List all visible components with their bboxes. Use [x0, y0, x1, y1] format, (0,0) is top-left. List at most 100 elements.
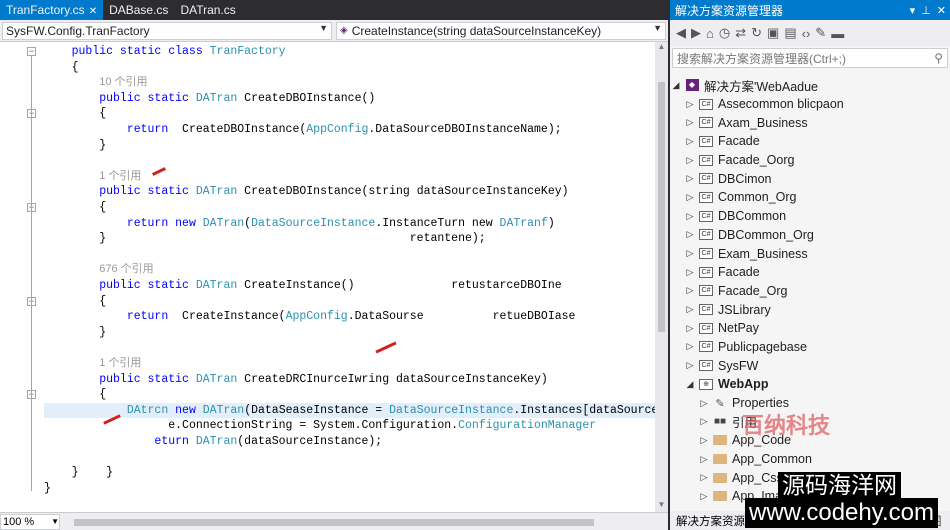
member-dropdown[interactable]: ◈ CreateInstance(string dataSourceInstan…: [336, 21, 666, 40]
code-line[interactable]: return new DATran(DataSourceInstance.Ins…: [44, 216, 555, 231]
pending-changes-icon[interactable]: ◷: [719, 25, 730, 41]
expand-icon[interactable]: ▷: [684, 155, 696, 166]
type-dropdown[interactable]: SysFW.Config.TranFactory ▼: [2, 21, 332, 40]
code-line[interactable]: DAtrcn new DATran(DataSeaseInstance = Da…: [44, 402, 655, 418]
collapse-region-icon[interactable]: −: [27, 47, 36, 56]
vertical-scrollbar[interactable]: ▲ ▼: [655, 42, 668, 512]
expand-icon[interactable]: ▷: [684, 341, 696, 352]
tree-item[interactable]: ▷ C# Axam_Business: [670, 113, 950, 132]
expand-icon[interactable]: ▷: [684, 192, 696, 203]
codelens-line[interactable]: 10 个引用: [44, 75, 147, 90]
expand-icon[interactable]: ▷: [698, 454, 710, 465]
horizontal-scrollbar[interactable]: [64, 515, 664, 529]
code-line[interactable]: {: [44, 60, 79, 75]
close-tab-icon[interactable]: ✕: [89, 6, 97, 17]
tree-item[interactable]: ▷ C# SysFW: [670, 356, 950, 375]
tree-item[interactable]: ▷ C# DBCommon_Org: [670, 226, 950, 245]
sync-icon[interactable]: ⇄: [735, 25, 746, 41]
code-line[interactable]: public static class TranFactory: [44, 44, 286, 59]
code-line[interactable]: return CreateInstance(AppConfig.DataSour…: [44, 309, 576, 324]
expand-icon[interactable]: ▷: [684, 211, 696, 222]
pin-icon[interactable]: ⊥: [921, 4, 931, 17]
tree-item[interactable]: ▷ C# NetPay: [670, 319, 950, 338]
close-icon[interactable]: ✕: [937, 4, 946, 17]
expand-icon[interactable]: ▷: [698, 416, 710, 427]
expand-icon[interactable]: ▷: [684, 304, 696, 315]
code-line[interactable]: } }: [44, 465, 113, 480]
tree-item[interactable]: ▷ C# Facade: [670, 132, 950, 151]
scroll-thumb[interactable]: [658, 82, 665, 332]
tab-2[interactable]: DATran.cs: [174, 0, 241, 20]
codelens-line[interactable]: 1 个引用: [44, 169, 141, 184]
codelens-line[interactable]: 1 个引用: [44, 356, 141, 371]
tab-1[interactable]: DABase.cs: [103, 0, 174, 20]
zoom-dropdown[interactable]: 100 % ▼: [0, 513, 60, 530]
tree-item[interactable]: ▷ C# DBCommon: [670, 207, 950, 226]
preview-icon[interactable]: ▬: [831, 26, 844, 41]
code-line[interactable]: e.ConnectionString = System.Configuratio…: [44, 418, 596, 433]
tree-item[interactable]: ◢ ⊕ WebApp: [670, 375, 950, 394]
expand-icon[interactable]: ▷: [684, 360, 696, 371]
code-line[interactable]: }: [44, 325, 106, 340]
collapse-all-icon[interactable]: ▣: [767, 25, 779, 41]
tab-0[interactable]: TranFactory.cs ✕: [0, 0, 104, 20]
hscroll-thumb[interactable]: [74, 518, 594, 526]
scroll-up-icon[interactable]: ▲: [655, 42, 668, 54]
codelens-reference-count[interactable]: 676 个引用: [99, 263, 153, 275]
code-line[interactable]: {: [44, 200, 106, 215]
tree-item[interactable]: ▷ C# DBCimon: [670, 169, 950, 188]
code-line[interactable]: eturn DATran(dataSourceInstance);: [44, 434, 382, 449]
expand-icon[interactable]: ▷: [698, 491, 710, 502]
tree-item[interactable]: ▷ C# Common_Org: [670, 188, 950, 207]
tree-item[interactable]: ▷ App_Common: [670, 450, 950, 469]
expand-icon[interactable]: ▷: [684, 229, 696, 240]
dropdown-icon[interactable]: ▾: [910, 4, 916, 17]
solution-node[interactable]: ◢ ◆ 解决方案'WebAadue: [670, 76, 950, 95]
scroll-down-icon[interactable]: ▼: [655, 500, 668, 512]
code-line[interactable]: }: [44, 138, 106, 153]
forward-icon[interactable]: ▶: [691, 25, 701, 41]
tree-item[interactable]: ▷ C# Exam_Business: [670, 244, 950, 263]
properties-icon[interactable]: ✎: [815, 25, 826, 41]
code-line[interactable]: {: [44, 387, 106, 402]
tree-item[interactable]: ▷ C# JSLibrary: [670, 300, 950, 319]
code-line[interactable]: } retantene);: [44, 231, 485, 246]
expand-icon[interactable]: ▷: [684, 117, 696, 128]
expand-icon[interactable]: ▷: [698, 472, 710, 483]
tree-item[interactable]: ▷ C# Publicpagebase: [670, 338, 950, 357]
collapse-icon[interactable]: ◢: [684, 379, 696, 390]
code-line[interactable]: {: [44, 106, 106, 121]
view-code-icon[interactable]: ‹›: [802, 26, 811, 41]
code-line[interactable]: public static DATran CreateDBOInstance(s…: [44, 184, 568, 199]
expand-icon[interactable]: ▷: [684, 323, 696, 334]
solution-search-box[interactable]: 搜索解决方案资源管理器(Ctrl+;) ⚲: [672, 48, 948, 68]
code-line[interactable]: return CreateDBOInstance(AppConfig.DataS…: [44, 122, 562, 137]
code-area[interactable]: public static class TranFactory { 10 个引用…: [42, 42, 655, 512]
expand-icon[interactable]: ▷: [684, 136, 696, 147]
expand-icon[interactable]: ▷: [684, 285, 696, 296]
codelens-reference-count[interactable]: 10 个引用: [99, 76, 147, 88]
codelens-reference-count[interactable]: 1 个引用: [99, 170, 141, 182]
code-line[interactable]: public static DATran CreateDRCInurceIwri…: [44, 372, 548, 387]
code-line[interactable]: {: [44, 294, 106, 309]
expand-icon[interactable]: ▷: [684, 248, 696, 259]
expand-icon[interactable]: ▷: [698, 398, 710, 409]
code-line[interactable]: public static DATran CreateInstance() re…: [44, 278, 561, 293]
tree-item[interactable]: ▷ C# Facade: [670, 263, 950, 282]
back-icon[interactable]: ◀: [676, 25, 686, 41]
expand-icon[interactable]: ▷: [684, 99, 696, 110]
tree-item[interactable]: ▷ C# Facade_Org: [670, 282, 950, 301]
collapse-icon[interactable]: ◢: [670, 80, 682, 91]
code-line[interactable]: public static DATran CreateDBOInstance(): [44, 91, 375, 106]
home-icon[interactable]: ⌂: [706, 26, 714, 41]
code-editor[interactable]: −−−−− public static class TranFactory { …: [0, 42, 655, 512]
tree-item[interactable]: ▷ C# Facade_Oorg: [670, 151, 950, 170]
tree-item[interactable]: ▷ C# Assecommon blicpaon: [670, 95, 950, 114]
expand-icon[interactable]: ▷: [698, 435, 710, 446]
codelens-line[interactable]: 676 个引用: [44, 262, 153, 277]
expand-icon[interactable]: ▷: [684, 173, 696, 184]
show-all-files-icon[interactable]: ▤: [784, 25, 796, 41]
refresh-icon[interactable]: ↻: [751, 25, 762, 41]
codelens-reference-count[interactable]: 1 个引用: [99, 357, 141, 369]
expand-icon[interactable]: ▷: [684, 267, 696, 278]
